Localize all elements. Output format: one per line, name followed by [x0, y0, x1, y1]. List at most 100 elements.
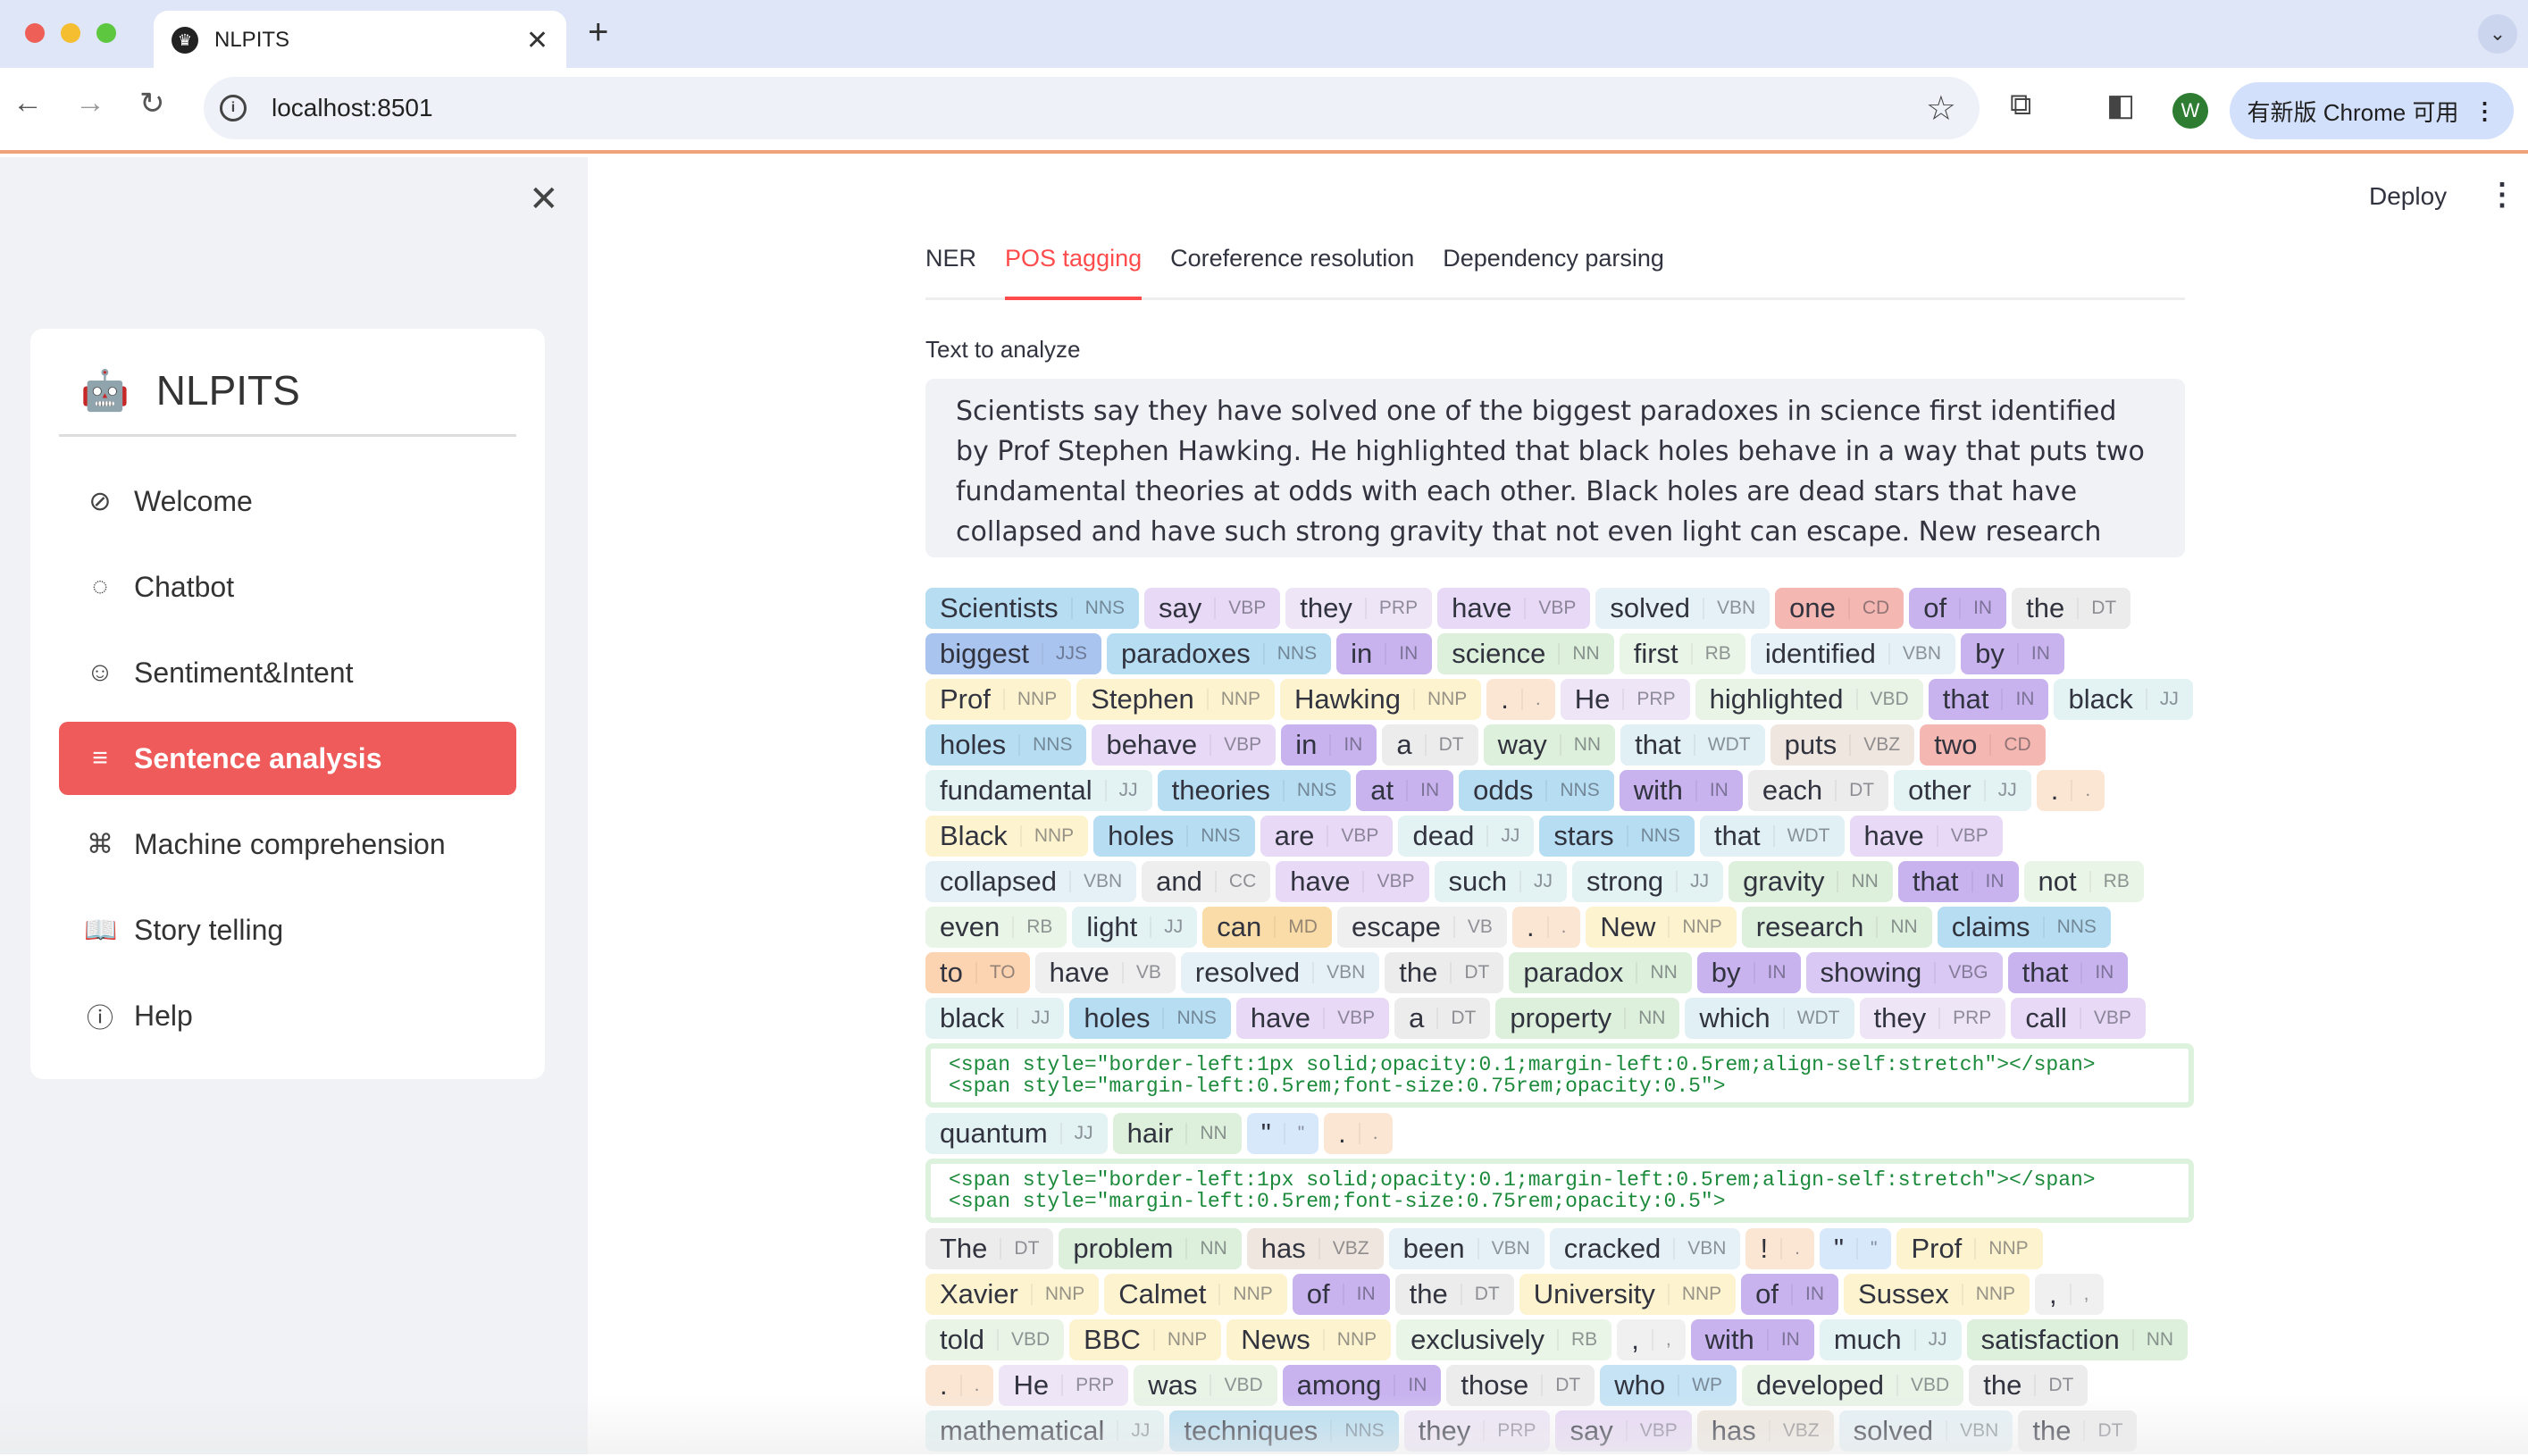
url-text[interactable]: localhost:8501	[272, 94, 1926, 122]
tab-ner[interactable]: NER	[925, 238, 976, 300]
pos-tag-label: NNS	[1162, 1008, 1217, 1029]
token-text: University	[1533, 1278, 1655, 1310]
token-text: which	[1699, 1002, 1770, 1033]
pos-tag-label: VBP	[1214, 598, 1266, 619]
token-text: black	[940, 1002, 1005, 1033]
token-text: ,	[1631, 1324, 1639, 1355]
token-text: Stephen	[1091, 683, 1194, 715]
token-row: even RB light JJ can MD escape VB.. New NNP resear…	[925, 907, 2194, 948]
raw-html-code-block: <span style="border-left:1px solid;opaci…	[925, 1159, 2194, 1223]
token-row: biggest JJS paradoxes NNS in IN science NN first…	[925, 633, 2194, 674]
browser-tabstrip: ♛ NLPITS ✕ + ⌄	[0, 0, 2528, 70]
pos-token: solved VBN	[1595, 588, 1770, 629]
token-text: that	[1942, 683, 1989, 715]
pos-tag-label: JJ	[1519, 871, 1553, 892]
pos-token: Black NNP	[925, 816, 1089, 857]
close-tab-icon[interactable]: ✕	[526, 25, 548, 56]
sidebar-item-chatbot[interactable]: ◌ Chatbot	[59, 550, 516, 623]
pos-token: and CC	[1142, 861, 1271, 902]
pos-tag-label: MD	[1274, 916, 1318, 938]
maximize-window-button[interactable]	[96, 23, 116, 43]
token-text: can	[1217, 911, 1262, 942]
close-sidebar-icon[interactable]: ✕	[529, 179, 559, 220]
pos-token: that IN	[1897, 861, 2019, 902]
token-text: by	[1975, 638, 2005, 669]
close-window-button[interactable]	[25, 23, 45, 43]
token-text: that	[1713, 820, 1761, 851]
pos-tag-label: WDT	[1782, 1008, 1840, 1029]
tab-search-chevron-icon[interactable]: ⌄	[2478, 14, 2517, 54]
pos-tag-label: IN	[1959, 598, 1992, 619]
new-tab-icon[interactable]: +	[588, 13, 608, 53]
token-text: .	[1526, 911, 1535, 942]
chrome-update-button[interactable]: 有新版 Chrome 可用 ⋮	[2230, 82, 2514, 139]
site-info-icon[interactable]: i	[220, 95, 247, 121]
pos-token: that IN	[2007, 952, 2129, 993]
pos-tag-label: IN	[1406, 780, 1439, 801]
pos-tag-label: VBZ	[1318, 1238, 1369, 1259]
pos-token: " "	[1246, 1113, 1319, 1154]
profile-avatar[interactable]: W	[2172, 93, 2208, 129]
tab-coreference-resolution[interactable]: Coreference resolution	[1170, 238, 1414, 300]
pos-tag-label: NNP	[1974, 1238, 2029, 1259]
tab-pos-tagging[interactable]: POS tagging	[1005, 238, 1143, 300]
sidebar-item-story-telling[interactable]: 📖 Story telling	[59, 893, 516, 966]
pos-tag-label: DT	[1436, 1008, 1476, 1029]
pos-tag-label: VBD	[996, 1329, 1050, 1351]
update-label: 有新版 Chrome 可用	[2247, 98, 2459, 126]
pos-tag-label: NNP	[1019, 825, 1074, 847]
bookmark-star-icon[interactable]: ☆	[1926, 88, 1956, 129]
token-text: with	[1704, 1324, 1754, 1355]
pos-token: of IN	[1741, 1274, 1839, 1315]
text-to-analyze-input[interactable]: Scientists say they have solved one of t…	[925, 379, 2185, 557]
pos-tag-label: IN	[1971, 871, 2005, 892]
token-text: Calmet	[1118, 1278, 1207, 1310]
reload-icon[interactable]: ↻	[139, 86, 165, 121]
pos-token: say VBP	[1144, 588, 1281, 629]
pos-tag-label: VBD	[1855, 689, 1909, 710]
sidebar-item-help[interactable]: ⓘ Help	[59, 979, 516, 1052]
sidebar-item-sentence-analysis[interactable]: ≡ Sentence analysis	[59, 722, 516, 795]
sidebar-item-welcome[interactable]: ⊘ Welcome	[59, 464, 516, 538]
pos-tag-label: JJS	[1041, 643, 1087, 665]
tab-dependency-parsing[interactable]: Dependency parsing	[1443, 238, 1664, 300]
token-text: problem	[1073, 1233, 1174, 1264]
android-icon: 🤖	[80, 369, 130, 413]
pos-token: ..	[2036, 770, 2105, 811]
side-panel-icon[interactable]: ◧	[2106, 88, 2135, 123]
extensions-icon[interactable]: ⧉	[2010, 88, 2031, 122]
pos-token: even RB	[925, 907, 1067, 948]
pos-tag-label: VBN	[1673, 1238, 1726, 1259]
token-text: collapsed	[940, 866, 1057, 897]
sidebar-item-sentiment-intent[interactable]: ☺ Sentiment&Intent	[59, 636, 516, 709]
sidebar-item-label: Machine comprehension	[134, 827, 446, 860]
pos-token: puts VBZ	[1770, 724, 1915, 766]
pos-tag-label: VBN	[1702, 598, 1755, 619]
main-menu-icon[interactable]: ⋮	[2487, 177, 2517, 213]
pos-token: claims NNS	[1937, 907, 2111, 948]
deploy-button[interactable]: Deploy	[2369, 182, 2447, 211]
pos-tag-label: NN	[1636, 962, 1678, 983]
token-text: at	[1370, 774, 1394, 806]
token-text: "	[1833, 1233, 1844, 1264]
pos-tag-label: NNS	[1262, 643, 1317, 665]
pos-tag-label: NNP	[1152, 1329, 1207, 1351]
pos-token: have VB	[1034, 952, 1176, 993]
token-text: holes	[1084, 1002, 1151, 1033]
browser-tab[interactable]: ♛ NLPITS ✕	[154, 11, 566, 70]
forward-arrow-icon[interactable]: →	[75, 86, 105, 121]
token-text: satisfaction	[1980, 1324, 2120, 1355]
pos-tag-label: NNP	[1218, 1284, 1273, 1305]
token-text: holes	[1108, 820, 1175, 851]
back-arrow-icon[interactable]: ←	[13, 86, 43, 121]
minimize-window-button[interactable]	[61, 23, 80, 43]
token-text: with	[1633, 774, 1683, 806]
sidebar-item-machine-comprehension[interactable]: ⌘ Machine comprehension	[59, 807, 516, 881]
token-text: even	[940, 911, 1000, 942]
token-row: The DT problem NN has VBZ been VBN cracked VBN!. "…	[925, 1228, 2194, 1269]
pos-token: told VBD	[925, 1319, 1065, 1360]
token-text: one	[1789, 592, 1836, 623]
address-bar[interactable]: i localhost:8501 ☆	[204, 77, 1980, 139]
pos-token: have VBP	[1849, 816, 2003, 857]
chrome-menu-icon[interactable]: ⋮	[2473, 97, 2496, 125]
